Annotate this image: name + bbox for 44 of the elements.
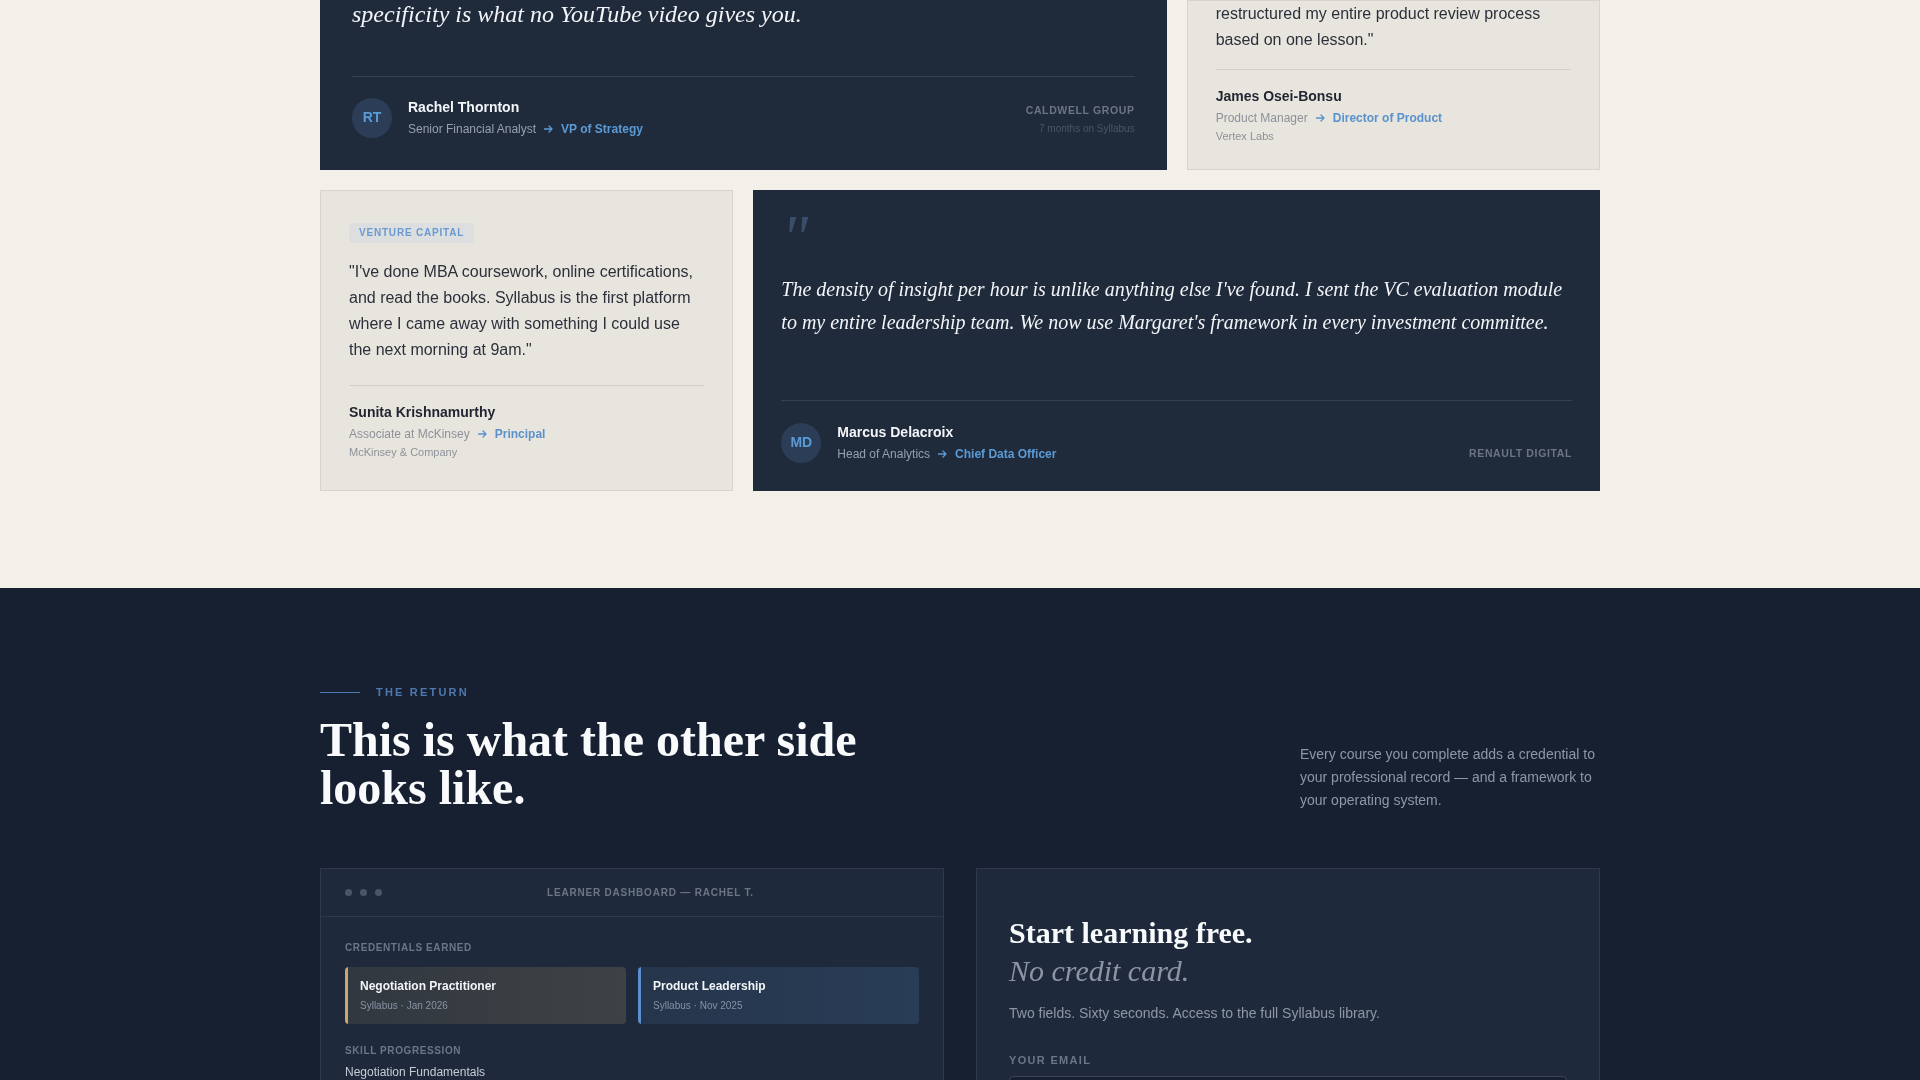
- section-heading: This is what the other side looks like.: [320, 716, 858, 812]
- section-intro: Every course you complete adds a credential to your professional record — and a framework to your operating system.: [1300, 745, 1596, 810]
- previous-role: Senior Financial Analyst: [408, 121, 537, 138]
- previous-role: Product Manager: [1215, 110, 1308, 127]
- company-name: McKinsey & Company: [349, 445, 459, 460]
- signup-subtitle: No credit card.: [1009, 953, 1191, 989]
- dashboard-title: LEARNER DASHBOARD — RACHEL T.: [546, 885, 755, 900]
- credential-meta: Syllabus · Jan 2026: [360, 1000, 449, 1012]
- category-tag: VENTURE CAPITAL: [349, 223, 475, 243]
- testimonial-quote: restructured my entire product review process based on one lesson.": [1215, 4, 1542, 50]
- quote-mark: ": [781, 206, 809, 270]
- new-role: Principal: [494, 426, 546, 443]
- section-label: SKILL PROGRESSION: [345, 1044, 463, 1058]
- section-label: CREDENTIALS EARNED: [345, 941, 473, 955]
- arrow-right-icon: [477, 430, 487, 438]
- new-role: Director of Product: [1332, 110, 1443, 127]
- initials-avatar: RT: [352, 97, 392, 138]
- initials-avatar: MD: [781, 422, 822, 463]
- person-name: Marcus Delacroix: [837, 423, 955, 442]
- company-name: CALDWELL GROUP: [1025, 103, 1135, 118]
- window-dots-icon: [345, 889, 382, 896]
- section-eyebrow: THE RETURN: [376, 685, 469, 700]
- company-name: RENAULT DIGITAL: [1469, 446, 1572, 461]
- previous-role: Associate at McKinsey: [349, 426, 470, 443]
- credential-title: Product Leadership: [653, 978, 766, 994]
- arrow-right-icon: [544, 125, 554, 133]
- previous-role: Head of Analytics: [837, 446, 931, 463]
- signup-title: Start learning free.: [1009, 915, 1254, 951]
- credential-meta: Syllabus · Nov 2025: [653, 1000, 744, 1012]
- arrow-right-icon: [938, 450, 948, 458]
- credential-title: Negotiation Practitioner: [360, 978, 496, 994]
- arrow-right-icon: [1315, 114, 1325, 122]
- company-name: Vertex Labs: [1215, 129, 1275, 144]
- testimonial-quote: The density of insight per hour is unlike anything else I've found. I sent the VC evaluation module to my entire leadership team. We now use Margaret's framework in every investment committee.: [781, 277, 1564, 336]
- skill-name: Negotiation Fundamentals: [345, 1064, 487, 1080]
- testimonial-quote: specificity is what no YouTube video gives you.: [352, 0, 803, 28]
- new-role: Chief Data Officer: [955, 446, 1057, 463]
- field-label: YOUR EMAIL: [1009, 1053, 1093, 1068]
- person-name: James Osei-Bonsu: [1215, 87, 1343, 106]
- person-name: Rachel Thornton: [408, 98, 521, 117]
- person-name: Sunita Krishnamurthy: [349, 403, 497, 422]
- signup-description: Two fields. Sixty seconds. Access to the full Syllabus library.: [1009, 1004, 1381, 1023]
- new-role: VP of Strategy: [561, 121, 643, 138]
- testimonial-quote: "I've done MBA coursework, online certifications, and read the books. Syllabus is the first platform where I came away with something I could use the next morning at 9am.": [349, 262, 694, 360]
